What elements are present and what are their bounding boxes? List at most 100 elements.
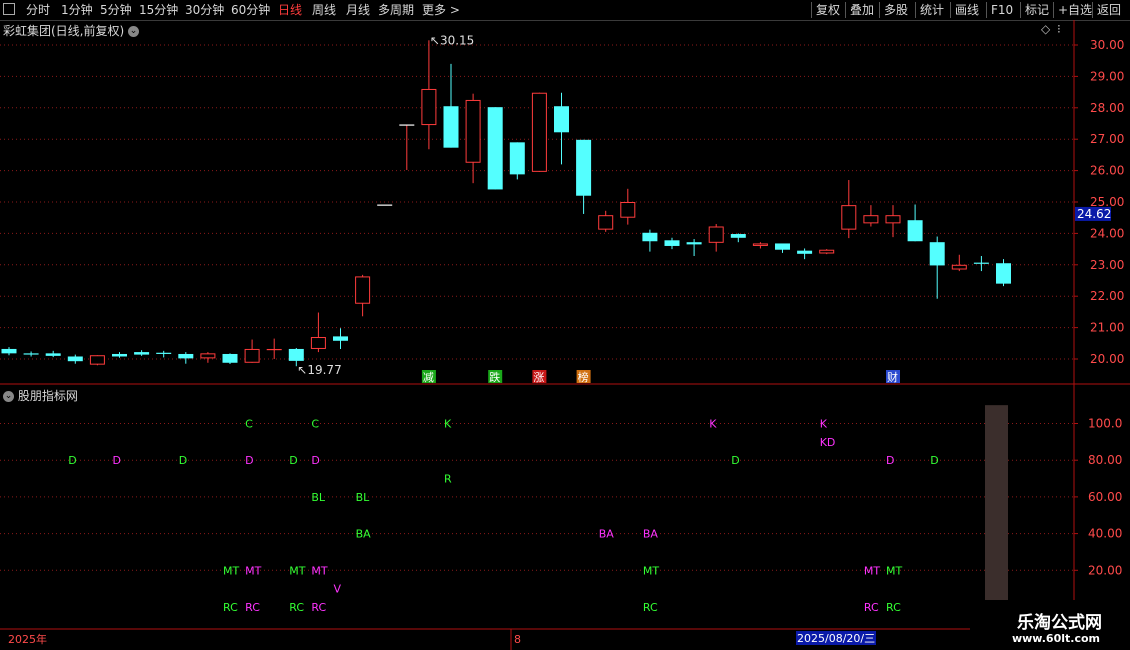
- candle-body: [907, 220, 923, 242]
- indicator-tick-label: 80.00: [1088, 453, 1122, 467]
- candle-body: [112, 353, 127, 357]
- tab-monthly[interactable]: 月线: [346, 2, 370, 18]
- candle-body: [67, 356, 83, 362]
- candle-body: [620, 202, 636, 218]
- signal-label: K: [444, 418, 452, 431]
- back-button[interactable]: 返回: [1092, 2, 1121, 18]
- candle-body: [996, 263, 1011, 284]
- price-tick-label: 30.00: [1090, 38, 1124, 52]
- signal-label: BA: [356, 528, 372, 541]
- candlestick-chart[interactable]: 20.0021.0022.0023.0024.0025.0026.0027.00…: [0, 20, 1130, 650]
- candle-body: [642, 232, 658, 242]
- signal-label: C: [245, 418, 253, 431]
- price-tick-label: 24.00: [1090, 226, 1124, 240]
- price-tick-label: 29.00: [1090, 69, 1124, 83]
- indicator-tick-label: 60.00: [1088, 490, 1122, 504]
- f10-button[interactable]: F10: [986, 2, 1013, 18]
- candle-body: [576, 139, 592, 196]
- date-year-label: 2025年: [8, 632, 47, 646]
- window-menu-icon[interactable]: [3, 3, 15, 15]
- high-price-label: ↖30.15: [430, 33, 474, 47]
- tab-1min[interactable]: 1分钟: [61, 2, 93, 18]
- signal-label: RC: [289, 601, 304, 614]
- watermark-brand: 乐淘公式网: [1017, 613, 1102, 633]
- signal-label: BA: [599, 528, 615, 541]
- signal-label: BA: [643, 528, 659, 541]
- signal-label: D: [245, 454, 253, 467]
- signal-label: D: [289, 454, 297, 467]
- tab-5min[interactable]: 5分钟: [100, 2, 132, 18]
- candle-body: [730, 234, 746, 238]
- signal-label: MT: [864, 564, 880, 577]
- candle-body: [841, 205, 857, 230]
- candle-body: [222, 353, 238, 363]
- multi-stock-button[interactable]: 多股: [879, 2, 908, 18]
- statistics-button[interactable]: 统计: [915, 2, 944, 18]
- price-tick-label: 27.00: [1090, 132, 1124, 146]
- signal-label: K: [820, 418, 828, 431]
- candle-body: [509, 142, 525, 175]
- candle-body: [355, 276, 371, 304]
- candle-body: [554, 106, 569, 133]
- add-watchlist-button[interactable]: +自选: [1053, 2, 1092, 18]
- candle-body: [929, 242, 945, 266]
- event-marker-label: 跌: [489, 370, 500, 384]
- candle-body: [45, 353, 61, 356]
- candle-body: [1, 348, 17, 354]
- candle-body: [708, 226, 724, 243]
- mark-button[interactable]: 标记: [1020, 2, 1049, 18]
- candle-body: [200, 353, 216, 359]
- signal-label: D: [930, 454, 938, 467]
- candle-body: [288, 348, 304, 361]
- signal-label: D: [113, 454, 121, 467]
- event-marker-label: 涨: [533, 371, 544, 384]
- signal-label: KD: [820, 436, 836, 449]
- signal-label: MT: [223, 564, 239, 577]
- event-marker-label: 榜: [578, 370, 589, 384]
- candle-body: [819, 249, 835, 254]
- price-tick-label: 23.00: [1090, 258, 1124, 272]
- tab-fenshi[interactable]: 分时: [26, 2, 50, 18]
- low-price-label: ↖19.77: [297, 363, 341, 377]
- signal-label: MT: [311, 564, 327, 577]
- cursor-date-label: 2025/08/20/三: [797, 632, 875, 645]
- candle-body: [885, 215, 901, 224]
- draw-line-button[interactable]: 画线: [950, 2, 979, 18]
- signal-label: RC: [886, 601, 901, 614]
- candle-body: [686, 242, 702, 245]
- price-tick-label: 21.00: [1090, 321, 1124, 335]
- tab-15min[interactable]: 15分钟: [139, 2, 178, 18]
- tab-60min[interactable]: 60分钟: [231, 2, 270, 18]
- tab-multi-period[interactable]: 多周期: [378, 2, 414, 18]
- signal-label: D: [886, 454, 894, 467]
- signal-label: D: [179, 454, 187, 467]
- overlay-button[interactable]: 叠加: [845, 2, 874, 18]
- signal-label: K: [709, 418, 717, 431]
- signal-label: MT: [643, 564, 659, 577]
- price-tick-label: 26.00: [1090, 164, 1124, 178]
- event-marker-label: 减: [423, 371, 434, 384]
- signal-label: D: [731, 454, 739, 467]
- indicator-tick-label: 40.00: [1088, 527, 1122, 541]
- signal-label: C: [311, 418, 319, 431]
- event-marker-label: 财: [887, 370, 898, 384]
- candle-body: [333, 336, 348, 341]
- signal-label: D: [68, 454, 76, 467]
- tab-daily[interactable]: 日线: [278, 2, 302, 18]
- price-tick-label: 22.00: [1090, 289, 1124, 303]
- candle-body: [89, 355, 105, 365]
- watermark-url: www.60lt.com: [1011, 632, 1100, 645]
- fuquan-button[interactable]: 复权: [811, 2, 840, 18]
- price-tick-label: 20.00: [1090, 352, 1124, 366]
- candle-body: [134, 352, 150, 355]
- current-price-label: 24.62: [1077, 207, 1111, 221]
- candle-body: [310, 337, 326, 349]
- candle-body: [178, 353, 194, 359]
- tab-weekly[interactable]: 周线: [312, 2, 336, 18]
- tab-more[interactable]: 更多 >: [422, 2, 460, 18]
- signal-label: MT: [886, 564, 902, 577]
- signal-label: RC: [245, 601, 260, 614]
- indicator-bar: [985, 405, 1008, 615]
- candle-body: [443, 106, 459, 148]
- tab-30min[interactable]: 30分钟: [185, 2, 224, 18]
